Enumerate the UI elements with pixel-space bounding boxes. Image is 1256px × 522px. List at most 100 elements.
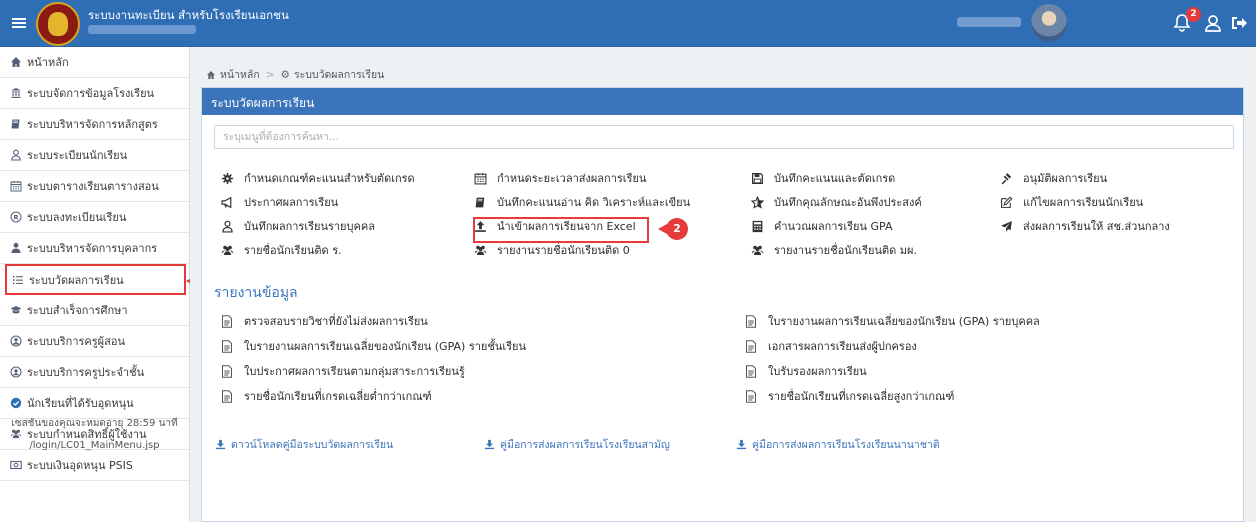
sidebar-item[interactable]: หน้าหลัก	[0, 47, 189, 78]
menu-item[interactable]: บันทึกคุณลักษณะอันพึงประสงค์	[751, 194, 922, 210]
report-link-label: รายชื่อนักเรียนที่เกรดเฉลี่ยต่ำกว่าเกณฑ์	[244, 390, 432, 403]
report-link[interactable]: รายชื่อนักเรียนที่เกรดเฉลี่ยต่ำกว่าเกณฑ์	[221, 388, 432, 404]
menu-item-label: อนุมัติผลการเรียน	[1023, 172, 1108, 185]
download-icon	[736, 439, 747, 450]
file-text-icon	[745, 314, 757, 328]
sidebar-item[interactable]: ระบบบริหารจัดการบุคลากร	[0, 233, 189, 264]
download-link[interactable]: คู่มือการส่งผลการเรียนโรงเรียนสามัญ	[484, 436, 670, 452]
download-link-label: คู่มือการส่งผลการเรียนโรงเรียนนานาชาติ	[752, 438, 940, 451]
menu-item-label: รายชื่อนักเรียนติด ร.	[244, 244, 342, 257]
menu-item[interactable]: ส่งผลการเรียนให้ สช.ส่วนกลาง	[1000, 218, 1170, 234]
highlight-box	[473, 217, 649, 243]
top-navbar: ระบบงานทะเบียน สำหรับโรงเรียนเอกชน 2	[0, 0, 1256, 47]
registered-icon: R	[10, 211, 22, 223]
sidebar-item-label: ระบบตารางเรียนตารางสอน	[27, 180, 159, 193]
menu-item-label: บันทึกคุณลักษณะอันพึงประสงค์	[774, 196, 922, 209]
cogs-icon: ⚙	[280, 68, 290, 81]
save-icon	[751, 172, 764, 185]
gavel-icon	[1000, 172, 1013, 185]
report-link[interactable]: ใบประกาศผลการเรียนตามกลุ่มสาระการเรียนรู…	[221, 363, 465, 379]
menu-item[interactable]: ประกาศผลการเรียน	[221, 194, 338, 210]
sidebar-item-label: นักเรียนที่ได้รับอุดหนุน	[27, 397, 134, 410]
user-icon	[10, 149, 22, 161]
report-link[interactable]: ใบรายงานผลการเรียนเฉลี่ยของนักเรียน (GPA…	[221, 338, 526, 354]
breadcrumb: หน้าหลัก > ⚙ ระบบวัดผลการเรียน	[206, 66, 384, 83]
breadcrumb-home[interactable]: หน้าหลัก	[220, 66, 260, 83]
user-icon	[221, 220, 234, 233]
report-link[interactable]: ใบรายงานผลการเรียนเฉลี่ยของนักเรียน (GPA…	[745, 313, 1040, 329]
sidebar-item[interactable]: ระบบสำเร็จการศึกษา	[0, 295, 189, 326]
report-link-label: ใบรับรองผลการเรียน	[768, 365, 867, 378]
report-section-title: รายงานข้อมูล	[214, 285, 298, 301]
users-icon	[751, 244, 764, 257]
sidebar-item[interactable]: ระบบบริการครูผู้สอน	[0, 326, 189, 357]
sidebar-item[interactable]: ระบบระเบียนนักเรียน	[0, 140, 189, 171]
breadcrumb-current: ระบบวัดผลการเรียน	[293, 69, 385, 81]
menu-item[interactable]: รายงานรายชื่อนักเรียนติด มผ.	[751, 242, 917, 258]
menu-item[interactable]: บันทึกคะแนนอ่าน คิด วิเคราะห์และเขียน	[474, 194, 690, 210]
download-link-label: ดาวน์โหลดคู่มือระบบวัดผลการเรียน	[231, 438, 394, 451]
menu-item[interactable]: อนุมัติผลการเรียน	[1000, 170, 1107, 186]
menu-item-label: กำหนดเกณฑ์คะแนนสำหรับตัดเกรด	[244, 172, 415, 185]
menu-item[interactable]: รายงานรายชื่อนักเรียนติด 0	[474, 242, 630, 258]
sidebar-item-label: ระบบสำเร็จการศึกษา	[27, 304, 128, 317]
file-text-icon	[745, 389, 757, 403]
user-icon[interactable]	[1202, 12, 1224, 34]
callout-badge-2: 2	[658, 218, 688, 240]
report-link[interactable]: ใบรับรองผลการเรียน	[745, 363, 867, 379]
file-text-icon	[221, 364, 233, 378]
sidebar-item-label: ระบบจัดการข้อมูลโรงเรียน	[27, 87, 155, 100]
sign-out-icon[interactable]	[1227, 12, 1249, 34]
sidebar-item[interactable]: ระบบวัดผลการเรียน	[5, 264, 186, 295]
sidebar-item[interactable]: ระบบตารางเรียนตารางสอน	[0, 171, 189, 202]
report-link-label: ใบรายงานผลการเรียนเฉลี่ยของนักเรียน (GPA…	[768, 315, 1040, 328]
user-avatar[interactable]	[1031, 4, 1067, 42]
user-circle-icon	[10, 366, 22, 378]
menu-item[interactable]: คำนวณผลการเรียน GPA	[751, 218, 892, 234]
sidebar-item[interactable]: R ระบบลงทะเบียนเรียน	[0, 202, 189, 233]
sidebar-item-label: ระบบบริหารจัดการบุคลากร	[27, 242, 158, 255]
menu-item[interactable]: บันทึกผลการเรียนรายบุคคล	[221, 218, 375, 234]
report-link[interactable]: ตรวจสอบรายวิชาที่ยังไม่ส่งผลการเรียน	[221, 313, 428, 329]
sidebar-item-label: ระบบวัดผลการเรียน	[29, 273, 124, 287]
menu-item-label: รายงานรายชื่อนักเรียนติด 0	[497, 244, 630, 257]
school-name-blurred	[88, 25, 196, 34]
menu-item[interactable]: บันทึกคะแนนและตัดเกรด	[751, 170, 895, 186]
report-link[interactable]: เอกสารผลการเรียนส่งผู้ปกครอง	[745, 338, 917, 354]
sidebar-item-label: หน้าหลัก	[27, 56, 69, 69]
menu-item-label: กำหนดระยะเวลาส่งผลการเรียน	[497, 172, 647, 185]
menu-item[interactable]: แก้ไขผลการเรียนนักเรียน	[1000, 194, 1143, 210]
user-name-blurred	[957, 17, 1021, 27]
school-logo	[36, 2, 80, 46]
file-text-icon	[221, 389, 233, 403]
menu-item[interactable]: กำหนดเกณฑ์คะแนนสำหรับตัดเกรด	[221, 170, 415, 186]
sidebar-item[interactable]: ระบบบริการครูประจำชั้น	[0, 357, 189, 388]
report-link[interactable]: รายชื่อนักเรียนที่เกรดเฉลี่ยสูงกว่าเกณฑ์	[745, 388, 954, 404]
menu-item-label: บันทึกคะแนนและตัดเกรด	[774, 172, 896, 185]
page-path-text: /login/LC01_MainMenu.jsp	[29, 440, 160, 451]
panel-title: ระบบวัดผลการเรียน	[202, 88, 1243, 115]
teacher-icon	[10, 335, 22, 347]
gear-icon	[221, 172, 234, 185]
report-link-label: ใบประกาศผลการเรียนตามกลุ่มสาระการเรียนรู…	[244, 365, 465, 378]
menu-item-label: คำนวณผลการเรียน GPA	[774, 220, 893, 233]
sidebar-item[interactable]: ระบบบริหารจัดการหลักสูตร	[0, 109, 189, 140]
grade-system-panel: ระบบวัดผลการเรียน	[201, 87, 1244, 522]
report-link-label: ใบรายงานผลการเรียนเฉลี่ยของนักเรียน (GPA…	[244, 340, 526, 353]
sidebar-item[interactable]: ระบบจัดการข้อมูลโรงเรียน	[0, 78, 189, 109]
menu-item-label: ส่งผลการเรียนให้ สช.ส่วนกลาง	[1023, 220, 1170, 233]
menu-item-label: บันทึกผลการเรียนรายบุคคล	[244, 220, 375, 233]
file-text-icon	[745, 364, 757, 378]
menu-search-input[interactable]	[214, 125, 1234, 149]
download-link[interactable]: ดาวน์โหลดคู่มือระบบวัดผลการเรียน	[215, 436, 393, 452]
hamburger-menu-icon[interactable]	[6, 11, 32, 35]
download-link[interactable]: คู่มือการส่งผลการเรียนโรงเรียนนานาชาติ	[736, 436, 940, 452]
menu-item[interactable]: กำหนดระยะเวลาส่งผลการเรียน	[474, 170, 646, 186]
sidebar-item[interactable]: นักเรียนที่ได้รับอุดหนุน	[0, 388, 189, 419]
calendar-icon	[474, 172, 487, 185]
edit-icon	[1000, 196, 1013, 209]
app-title: ระบบงานทะเบียน สำหรับโรงเรียนเอกชน	[88, 8, 289, 22]
menu-item[interactable]: รายชื่อนักเรียนติด ร.	[221, 242, 342, 258]
sidebar-item[interactable]: ระบบเงินอุดหนุน PSIS	[0, 450, 189, 481]
users-icon	[221, 244, 234, 257]
